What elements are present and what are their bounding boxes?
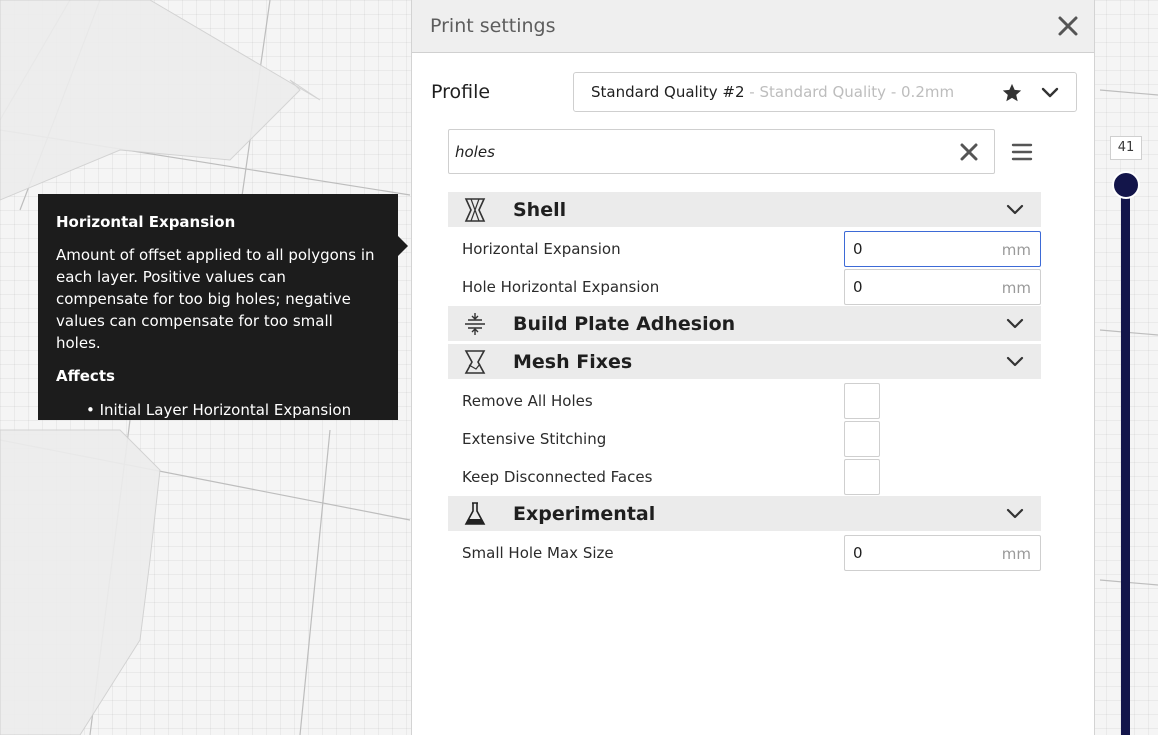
- layer-slider[interactable]: 41: [1110, 136, 1144, 735]
- category-mesh-fixes[interactable]: Mesh Fixes: [448, 344, 1041, 379]
- settings-search-input[interactable]: [455, 140, 935, 164]
- setting-hole-horizontal-expansion: Hole Horizontal Expansion 0 mm: [448, 268, 1041, 306]
- category-label: Shell: [513, 199, 567, 221]
- hole-horizontal-expansion-input[interactable]: 0 mm: [844, 269, 1041, 305]
- setting-label: Keep Disconnected Faces: [462, 468, 653, 486]
- tooltip-affects-item: • Initial Layer Horizontal Expansion: [86, 401, 352, 419]
- mesh-fixes-icon: [464, 350, 486, 374]
- chevron-down-icon: [1006, 508, 1024, 519]
- input-value: 0: [853, 544, 863, 562]
- flask-icon: [464, 502, 486, 525]
- category-build-plate-adhesion[interactable]: Build Plate Adhesion: [448, 306, 1041, 341]
- setting-label: Small Hole Max Size: [462, 544, 614, 562]
- small-hole-max-size-input[interactable]: 0 mm: [844, 535, 1041, 571]
- setting-keep-disconnected-faces: Keep Disconnected Faces: [448, 458, 1041, 496]
- input-value: 0: [853, 240, 863, 258]
- profile-value: Standard Quality #2 - Standard Quality -…: [591, 83, 954, 101]
- setting-extensive-stitching: Extensive Stitching: [448, 420, 1041, 458]
- tooltip-title: Horizontal Expansion: [56, 213, 236, 231]
- shell-icon: [464, 198, 486, 222]
- chevron-down-icon: [1006, 318, 1024, 329]
- panel-header: Print settings: [412, 0, 1094, 53]
- input-value: 0: [853, 278, 863, 296]
- setting-small-hole-max-size: Small Hole Max Size 0 mm: [448, 534, 1041, 572]
- layer-slider-handle[interactable]: [1112, 171, 1140, 199]
- panel-title: Print settings: [430, 15, 556, 37]
- layer-slider-track[interactable]: [1121, 176, 1130, 735]
- category-experimental[interactable]: Experimental: [448, 496, 1041, 531]
- setting-tooltip: Horizontal Expansion Amount of offset ap…: [38, 194, 408, 420]
- settings-search-box[interactable]: [448, 129, 995, 174]
- setting-label: Horizontal Expansion: [462, 240, 621, 258]
- category-label: Experimental: [513, 503, 656, 525]
- chevron-down-icon: [1006, 356, 1024, 367]
- chevron-down-icon: [1006, 204, 1024, 215]
- tooltip-affects-label: Affects: [56, 367, 115, 385]
- setting-horizontal-expansion: Horizontal Expansion 0 mm: [448, 230, 1041, 268]
- adhesion-icon: [465, 313, 485, 335]
- setting-label: Hole Horizontal Expansion: [462, 278, 660, 296]
- chevron-down-icon: [1041, 87, 1059, 98]
- close-icon[interactable]: [960, 143, 978, 161]
- setting-remove-all-holes: Remove All Holes: [448, 382, 1041, 420]
- extensive-stitching-checkbox[interactable]: [844, 421, 880, 457]
- profile-label: Profile: [431, 81, 491, 103]
- tooltip-description: Amount of offset applied to all polygons…: [56, 246, 375, 352]
- category-label: Mesh Fixes: [513, 351, 633, 373]
- profile-dropdown[interactable]: Standard Quality #2 - Standard Quality -…: [573, 72, 1077, 112]
- print-settings-panel: Print settings Profile Standard Quality …: [411, 0, 1095, 735]
- profile-name: Standard Quality #2: [591, 83, 745, 101]
- star-icon[interactable]: [1001, 82, 1023, 104]
- profile-subtitle: - Standard Quality - 0.2mm: [744, 83, 955, 101]
- setting-label: Remove All Holes: [462, 392, 593, 410]
- category-shell[interactable]: Shell: [448, 192, 1041, 227]
- close-icon: [1058, 16, 1078, 36]
- remove-all-holes-checkbox[interactable]: [844, 383, 880, 419]
- setting-label: Extensive Stitching: [462, 430, 607, 448]
- horizontal-expansion-input[interactable]: 0 mm: [844, 231, 1041, 267]
- category-label: Build Plate Adhesion: [513, 313, 736, 335]
- input-unit: mm: [1001, 241, 1031, 259]
- keep-disconnected-faces-checkbox[interactable]: [844, 459, 880, 495]
- close-button[interactable]: [1056, 14, 1080, 38]
- layer-value-label: 41: [1110, 136, 1142, 160]
- hamburger-menu-icon[interactable]: [1011, 142, 1033, 162]
- input-unit: mm: [1001, 279, 1031, 297]
- input-unit: mm: [1001, 545, 1031, 563]
